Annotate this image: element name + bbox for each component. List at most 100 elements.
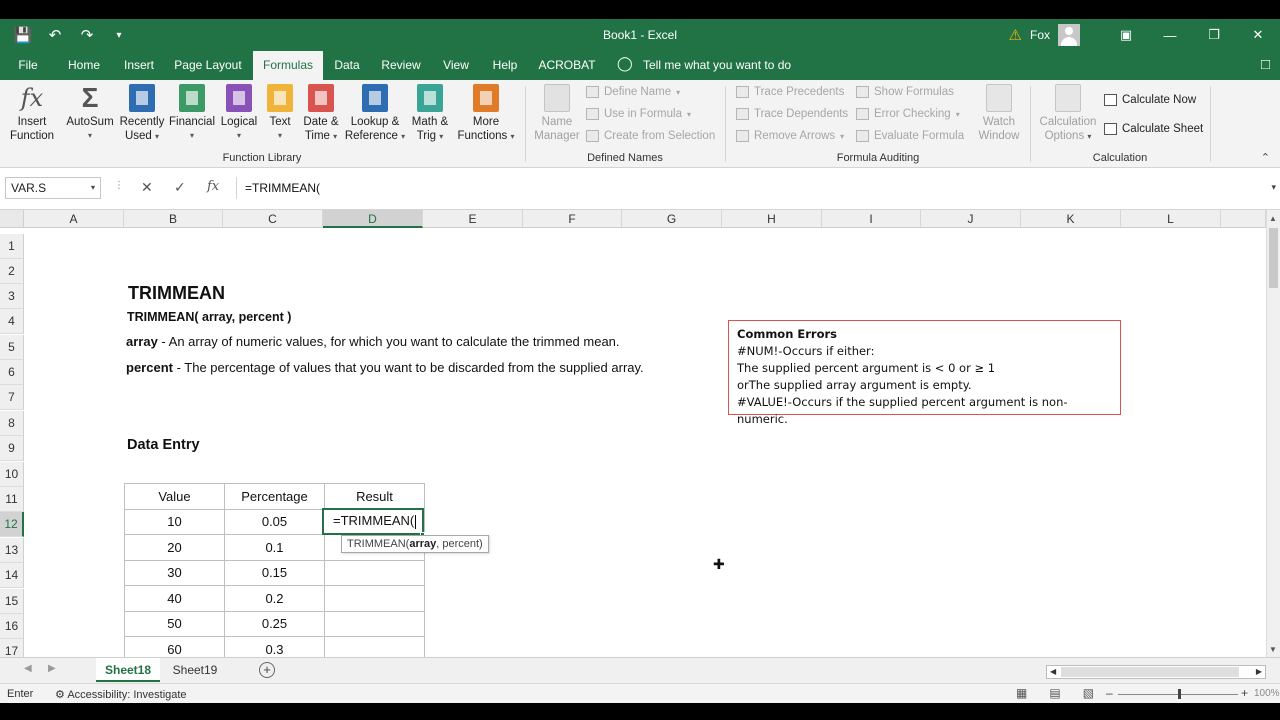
column-header-selected[interactable]: D (323, 210, 423, 228)
insert-function-fx-icon[interactable]: fx (207, 179, 219, 194)
column-header[interactable]: G (622, 210, 722, 228)
sheet-prev-icon[interactable]: ◀ (24, 663, 32, 674)
scroll-up-icon[interactable]: ▲ (1269, 214, 1277, 223)
table-cell[interactable] (324, 559, 425, 586)
date-time-button[interactable]: Date & Time ▾ (300, 84, 342, 144)
row-header[interactable]: 2 (0, 259, 24, 284)
select-all-corner[interactable] (0, 210, 24, 228)
row-header[interactable]: 5 (0, 335, 24, 360)
warning-icon[interactable]: ⚠ (1009, 26, 1022, 44)
column-header[interactable] (1221, 210, 1266, 228)
column-header[interactable]: E (423, 210, 523, 228)
table-cell[interactable]: 0.05 (224, 508, 325, 535)
percent-description[interactable]: percent - The percentage of values that … (126, 360, 644, 375)
zoom-level[interactable]: 100% (1254, 688, 1280, 699)
calculation-options-button[interactable]: Calculation Options ▾ (1036, 84, 1100, 144)
lookup-reference-button[interactable]: Lookup & Reference ▾ (344, 84, 406, 144)
horizontal-scrollbar[interactable]: ◀ ▶ (1046, 665, 1266, 679)
use-in-formula-button[interactable]: Use in Formula ▾ (586, 108, 691, 120)
vertical-scroll-thumb[interactable] (1269, 228, 1278, 288)
table-cell[interactable]: 0.3 (224, 636, 325, 657)
user-name[interactable]: Fox (1030, 28, 1050, 42)
column-header[interactable]: L (1121, 210, 1221, 228)
accessibility-status[interactable]: ⚙ Accessibility: Investigate (55, 688, 187, 701)
add-sheet-icon[interactable]: + (259, 662, 275, 678)
tab-review[interactable]: Review (378, 51, 424, 80)
tab-help[interactable]: Help (488, 51, 522, 80)
tab-home[interactable]: Home (62, 51, 106, 80)
column-header[interactable]: H (722, 210, 822, 228)
table-cell[interactable]: 0.1 (224, 534, 325, 561)
page-break-view-icon[interactable]: ▧ (1083, 686, 1094, 700)
tab-insert[interactable]: Insert (118, 51, 160, 80)
trace-dependents-button[interactable]: Trace Dependents (736, 108, 848, 120)
tab-file[interactable]: File (10, 51, 46, 80)
tab-data[interactable]: Data (330, 51, 364, 80)
ribbon-display-options-icon[interactable]: ▣ (1104, 19, 1148, 51)
chevron-down-icon[interactable]: ▾ (91, 178, 95, 198)
math-trig-button[interactable]: Math & Trig ▾ (408, 84, 452, 144)
autosum-button[interactable]: Σ AutoSum ▾ (64, 84, 116, 143)
common-errors-box[interactable]: Common Errors #NUM!-Occurs if either: Th… (728, 320, 1121, 426)
name-box[interactable]: VAR.S ▾ (5, 177, 101, 199)
zoom-slider-thumb[interactable] (1178, 689, 1181, 699)
calculate-now-button[interactable]: Calculate Now (1104, 94, 1196, 106)
logical-button[interactable]: Logical ▾ (218, 84, 260, 143)
sheet-tab[interactable]: Sheet19 (164, 658, 226, 682)
table-header-cell[interactable]: Value (124, 483, 225, 510)
zoom-out-icon[interactable]: – (1106, 686, 1113, 700)
syntax-text[interactable]: TRIMMEAN( array, percent ) (127, 310, 291, 324)
row-header[interactable]: 9 (0, 436, 24, 461)
sheet-next-icon[interactable]: ▶ (48, 663, 56, 674)
restore-icon[interactable]: ❐ (1192, 19, 1236, 51)
scroll-right-icon[interactable]: ▶ (1256, 666, 1262, 678)
table-cell[interactable]: 50 (124, 610, 225, 637)
vertical-scrollbar[interactable]: ▲ ▼ (1266, 210, 1280, 657)
tab-view[interactable]: View (438, 51, 474, 80)
row-header[interactable]: 4 (0, 309, 24, 334)
row-header[interactable]: 14 (0, 563, 24, 588)
recently-used-button[interactable]: Recently Used ▾ (118, 84, 166, 144)
row-header[interactable]: 7 (0, 385, 24, 410)
table-cell[interactable]: 0.2 (224, 585, 325, 612)
evaluate-formula-button[interactable]: Evaluate Formula (856, 130, 964, 142)
text-button[interactable]: Text ▾ (263, 84, 297, 143)
table-header-cell[interactable]: Result (324, 483, 425, 510)
expand-formula-bar-icon[interactable]: ▾ (1271, 182, 1276, 193)
row-header[interactable]: 13 (0, 538, 24, 563)
remove-arrows-button[interactable]: Remove Arrows ▾ (736, 130, 844, 142)
financial-button[interactable]: Financial ▾ (168, 84, 216, 143)
cancel-icon[interactable]: ✕ (141, 179, 153, 196)
tab-formulas[interactable]: Formulas (253, 51, 323, 80)
sheet-tab-active[interactable]: Sheet18 (96, 658, 160, 682)
minimize-icon[interactable]: — (1148, 19, 1192, 51)
column-header[interactable]: A (24, 210, 124, 228)
insert-function-button[interactable]: fx Insert Function (8, 84, 56, 143)
row-header[interactable]: 6 (0, 360, 24, 385)
table-cell[interactable] (324, 636, 425, 657)
column-header[interactable]: F (523, 210, 622, 228)
scroll-left-icon[interactable]: ◀ (1050, 666, 1056, 678)
define-name-button[interactable]: Define Name ▾ (586, 86, 680, 98)
table-cell[interactable]: 30 (124, 559, 225, 586)
comment-icon[interactable]: □ (1261, 56, 1270, 73)
column-header[interactable]: I (822, 210, 921, 228)
column-header[interactable]: C (223, 210, 323, 228)
row-header[interactable]: 8 (0, 411, 24, 436)
tell-me-search[interactable]: Tell me what you want to do (643, 51, 791, 80)
lightbulb-icon[interactable]: ◯ (617, 55, 633, 72)
page-layout-view-icon[interactable]: ▤ (1049, 686, 1060, 700)
column-header[interactable]: J (921, 210, 1021, 228)
column-header[interactable]: B (124, 210, 223, 228)
row-header[interactable]: 3 (0, 284, 24, 309)
table-cell[interactable] (324, 585, 425, 612)
avatar[interactable] (1058, 24, 1080, 46)
table-header-cell[interactable]: Percentage (224, 483, 325, 510)
row-header[interactable]: 10 (0, 462, 24, 487)
table-cell[interactable]: 40 (124, 585, 225, 612)
sheet-title[interactable]: TRIMMEAN (128, 283, 225, 304)
column-header[interactable]: K (1021, 210, 1121, 228)
table-cell[interactable]: 0.25 (224, 610, 325, 637)
grip-icon[interactable]: ⋮ (114, 180, 124, 191)
table-cell[interactable]: 0.15 (224, 559, 325, 586)
